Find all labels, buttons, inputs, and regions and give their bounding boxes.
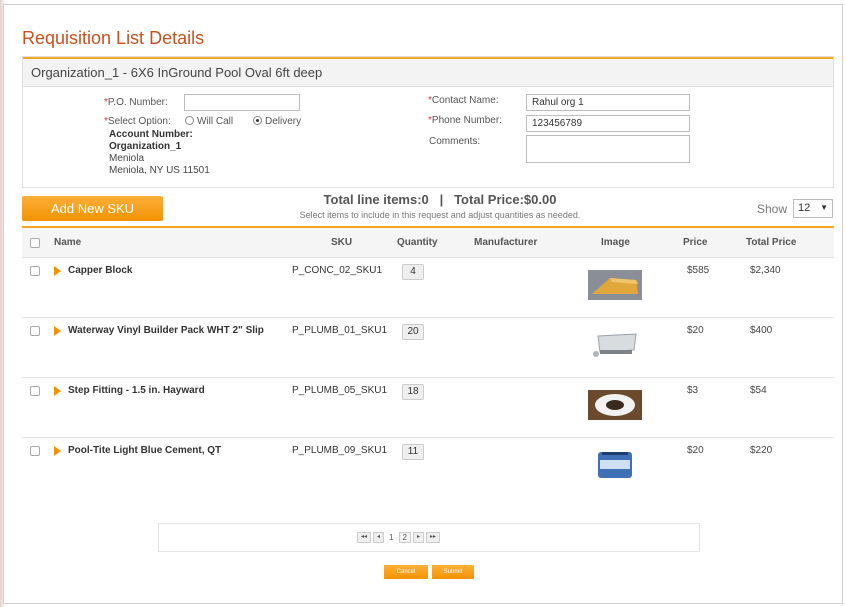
column-quantity: Quantity	[397, 237, 438, 248]
expand-arrow-icon[interactable]	[54, 266, 61, 276]
item-name: Waterway Vinyl Builder Pack WHT 2" Slip	[68, 325, 264, 336]
concrete-block-image	[588, 270, 642, 300]
item-name: Pool-Tite Light Blue Cement, QT	[68, 445, 222, 456]
row-checkbox[interactable]	[30, 326, 40, 336]
item-price: $20	[687, 445, 704, 456]
comments-textarea[interactable]	[526, 135, 690, 163]
item-total-price: $54	[750, 385, 767, 396]
address-line-2: Meniola, NY US 11501	[109, 165, 210, 176]
select-option-label-text: Select Option:	[107, 116, 171, 127]
column-manufacturer: Manufacturer	[474, 237, 538, 248]
submit-button[interactable]: Submit	[432, 565, 474, 579]
column-name: Name	[54, 237, 82, 248]
contact-name-label-text: Contact Name:	[431, 95, 499, 106]
comments-label: Comments:	[429, 136, 481, 147]
delivery-label: Delivery	[265, 116, 302, 127]
totals-text: Total line items:0 | Total Price:$0.00	[323, 192, 557, 207]
delivery-radio[interactable]	[253, 116, 262, 125]
item-price: $585	[687, 265, 710, 276]
item-name: Step Fitting - 1.5 in. Hayward	[68, 385, 205, 396]
chevron-down-icon: ▼	[820, 203, 828, 212]
page-link-1[interactable]: 1	[386, 532, 396, 543]
totals-summary: Total line items:0 | Total Price:$0.00 S…	[250, 192, 630, 220]
column-price: Price	[683, 237, 708, 248]
po-number-input[interactable]	[184, 94, 300, 111]
selection-hint: Select items to include in this request …	[299, 210, 581, 220]
last-page-icon[interactable]: ▸▸	[425, 532, 440, 543]
table-row: Step Fitting - 1.5 in. Hayward P_PLUMB_0…	[22, 378, 834, 438]
item-total-price: $2,340	[750, 265, 781, 276]
item-sku: P_PLUMB_09_SKU1	[292, 445, 388, 456]
first-page-icon[interactable]: ◂◂	[357, 532, 372, 543]
column-image: Image	[601, 237, 630, 248]
table-row: Capper Block P_CONC_02_SKU1 4 $585 $2,34…	[22, 258, 834, 318]
table-header: Name SKU Quantity Manufacturer Image Pri…	[22, 228, 834, 258]
account-number-value: Organization_1	[109, 141, 182, 152]
page-link-2[interactable]: 2	[398, 532, 411, 543]
column-total-price: Total Price	[746, 237, 797, 248]
expand-arrow-icon[interactable]	[54, 386, 61, 396]
item-total-price: $400	[750, 325, 773, 336]
builder-pack-image	[588, 330, 642, 360]
account-number-label: Account Number:	[109, 129, 193, 140]
page-size-select[interactable]: 12 ▼	[793, 199, 833, 218]
will-call-radio[interactable]	[185, 116, 194, 125]
page-title: Requisition List Details	[22, 28, 205, 48]
quantity-input[interactable]: 11	[402, 444, 424, 460]
item-sku: P_PLUMB_01_SKU1	[292, 325, 388, 336]
item-price: $3	[687, 385, 699, 396]
table-row: Waterway Vinyl Builder Pack WHT 2" Slip …	[22, 318, 834, 378]
item-total-price: $220	[750, 445, 773, 456]
quantity-input[interactable]: 20	[402, 324, 424, 340]
cement-can-image	[588, 450, 642, 480]
option-delivery[interactable]: Delivery	[253, 116, 301, 127]
table-row: Pool-Tite Light Blue Cement, QT P_PLUMB_…	[22, 438, 834, 498]
pagination-controls: ◂◂ ◂ 1 2 ▸ ▸▸	[357, 532, 442, 543]
expand-arrow-icon[interactable]	[54, 446, 61, 456]
po-number-label-text: P.O. Number:	[107, 97, 168, 108]
account-block: Account Number: Organization_1 Meniola M…	[109, 129, 210, 177]
step-fitting-image	[588, 390, 642, 420]
row-checkbox[interactable]	[30, 386, 40, 396]
phone-number-label: *Phone Number:	[428, 115, 502, 126]
contact-name-input[interactable]: Rahul org 1	[526, 94, 690, 111]
add-new-sku-button[interactable]: Add New SKU	[22, 196, 163, 221]
select-option-label: *Select Option:	[104, 116, 171, 127]
will-call-label: Will Call	[197, 116, 234, 127]
show-label: Show	[757, 202, 788, 216]
item-sku: P_PLUMB_05_SKU1	[292, 385, 388, 396]
next-page-icon[interactable]: ▸	[412, 532, 424, 543]
item-price: $20	[687, 325, 704, 336]
page-size-value: 12	[798, 202, 811, 214]
phone-number-input[interactable]: 123456789	[526, 115, 690, 132]
select-all-checkbox[interactable]	[30, 238, 40, 248]
cancel-button[interactable]: Cancel	[384, 565, 428, 579]
item-sku: P_CONC_02_SKU1	[292, 265, 383, 276]
row-checkbox[interactable]	[30, 446, 40, 456]
pagination-bar: ◂◂ ◂ 1 2 ▸ ▸▸	[158, 523, 700, 552]
sku-table: Name SKU Quantity Manufacturer Image Pri…	[22, 226, 834, 492]
quantity-input[interactable]: 18	[402, 384, 424, 400]
option-will-call[interactable]: Will Call	[185, 116, 233, 127]
expand-arrow-icon[interactable]	[54, 326, 61, 336]
organization-header: Organization_1 - 6X6 InGround Pool Oval …	[23, 57, 833, 87]
contact-name-label: *Contact Name:	[428, 95, 499, 106]
column-sku: SKU	[331, 237, 353, 248]
po-number-label: *P.O. Number:	[104, 97, 168, 108]
row-checkbox[interactable]	[30, 266, 40, 276]
address-line-1: Meniola	[109, 153, 145, 164]
phone-number-label-text: Phone Number:	[431, 115, 502, 126]
prev-page-icon[interactable]: ◂	[373, 532, 385, 543]
quantity-input[interactable]: 4	[402, 264, 424, 280]
item-name: Capper Block	[68, 265, 133, 276]
